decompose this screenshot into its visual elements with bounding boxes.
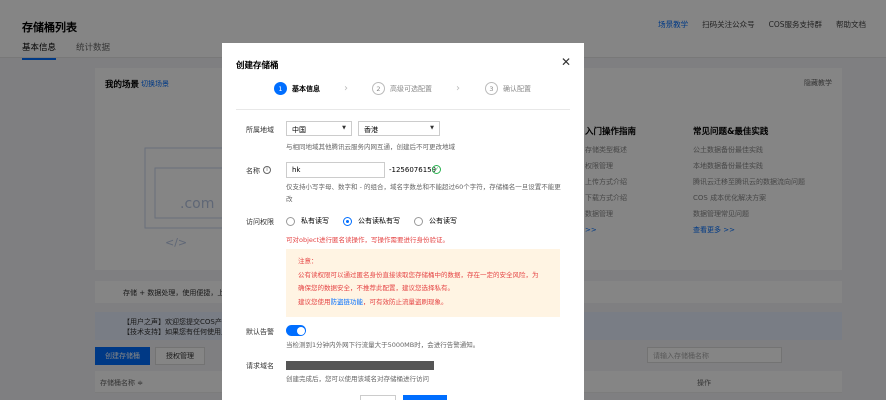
create-bucket-dialog: 创建存储桶 ✕ 1 基本信息 › 2 高级可选配置 › 3 确认配置 所属地域 … bbox=[222, 43, 584, 400]
divider bbox=[236, 109, 570, 110]
step-label: 高级可选配置 bbox=[390, 84, 432, 93]
region-label: 所属地域 bbox=[246, 126, 274, 134]
chevron-right-icon: › bbox=[456, 83, 460, 94]
previous-button[interactable] bbox=[360, 395, 396, 400]
region-hint: 与相同地域其他腾讯云服务内网互通，创建后不可更改地域 bbox=[286, 143, 455, 151]
radio-private[interactable]: 私有读写 bbox=[286, 216, 329, 226]
alarm-hint: 当检测到1分钟内外网下行流量大于5000MB时，会进行告警通知。 bbox=[286, 341, 480, 349]
name-hint-line: 仅支持小写字母、数字和 - 的组合，域名字数总和不能超过60个字符，存储桶名一旦… bbox=[286, 183, 561, 191]
check-circle-icon: ✓ bbox=[432, 165, 441, 174]
notice-line: 公有读权限可以通过匿名身份直接读取您存储桶中的数据，存在一定的安全风险，为 bbox=[298, 270, 539, 279]
radio-label: 公有读写 bbox=[429, 217, 457, 225]
dialog-title: 创建存储桶 bbox=[236, 61, 279, 71]
radio-public-read[interactable]: 公有读私有写 bbox=[343, 216, 400, 226]
radio-public-read-write[interactable]: 公有读写 bbox=[414, 216, 457, 226]
notice-line: 建议您使用防盗链功能，可有效防止流量盗刷现象。 bbox=[298, 296, 548, 310]
notice-title: 注意： bbox=[298, 257, 318, 265]
domain-label: 请求域名 bbox=[246, 362, 274, 370]
access-label: 访问权限 bbox=[246, 218, 274, 226]
radio-label: 公有读私有写 bbox=[358, 217, 400, 225]
step-indicator: 1 基本信息 › 2 高级可选配置 › 3 确认配置 bbox=[274, 82, 554, 98]
notice-line: 确保您的数据安全，不推荐此配置，建议您选择私有。 bbox=[298, 284, 454, 292]
radio-circle-icon bbox=[286, 216, 295, 226]
caret-down-icon: ▼ bbox=[430, 125, 434, 131]
access-notice-box: 注意： 公有读权限可以通过匿名身份直接读取您存储桶中的数据，存在一定的安全风险，… bbox=[286, 249, 560, 317]
step-label: 确认配置 bbox=[503, 84, 531, 93]
region-city-value: 香港 bbox=[364, 126, 378, 134]
appid-suffix: -1256076159 bbox=[389, 166, 437, 174]
region-country-select[interactable]: 中国 ▼ bbox=[286, 121, 352, 136]
radio-circle-icon bbox=[343, 216, 352, 226]
info-icon[interactable]: i bbox=[263, 166, 271, 174]
notice-text: 建议您使用 bbox=[298, 297, 331, 306]
next-button[interactable] bbox=[403, 395, 447, 400]
step-confirm[interactable]: 3 确认配置 bbox=[485, 82, 531, 95]
region-country-value: 中国 bbox=[292, 126, 306, 134]
step-number: 1 bbox=[274, 82, 287, 95]
notice-text: ，可有效防止流量盗刷现象。 bbox=[363, 297, 448, 306]
access-radio-group: 私有读写 公有读私有写 公有读写 bbox=[286, 216, 457, 226]
chevron-right-icon: › bbox=[344, 83, 348, 94]
domain-hint: 创建完成后，您可以使用该域名对存储桶进行访问 bbox=[286, 375, 429, 383]
step-basic-info[interactable]: 1 基本信息 bbox=[274, 82, 320, 95]
name-hint-line: 改 bbox=[286, 195, 293, 203]
radio-circle-icon bbox=[414, 216, 423, 226]
alarm-toggle[interactable] bbox=[286, 325, 306, 336]
radio-label: 私有读写 bbox=[301, 217, 329, 225]
domain-value bbox=[286, 361, 434, 370]
close-icon[interactable]: ✕ bbox=[560, 56, 572, 68]
hotlink-protection-link[interactable]: 防盗链功能 bbox=[331, 298, 364, 306]
name-hint: 仅支持小写字母、数字和 - 的组合，域名字数总和不能超过60个字符，存储桶名一旦… bbox=[286, 181, 562, 205]
bucket-name-input[interactable]: hk bbox=[286, 162, 385, 178]
caret-down-icon: ▼ bbox=[342, 125, 346, 131]
region-city-select[interactable]: 香港 ▼ bbox=[358, 121, 440, 136]
alarm-label: 默认告警 bbox=[246, 328, 274, 336]
step-number: 2 bbox=[372, 82, 385, 95]
step-label: 基本信息 bbox=[292, 84, 320, 93]
access-warning: 可对object进行匿名读操作，写操作需要进行身份验证。 bbox=[286, 236, 450, 244]
step-advanced-config[interactable]: 2 高级可选配置 bbox=[372, 82, 432, 95]
name-label: 名称 bbox=[246, 167, 260, 175]
step-number: 3 bbox=[485, 82, 498, 95]
